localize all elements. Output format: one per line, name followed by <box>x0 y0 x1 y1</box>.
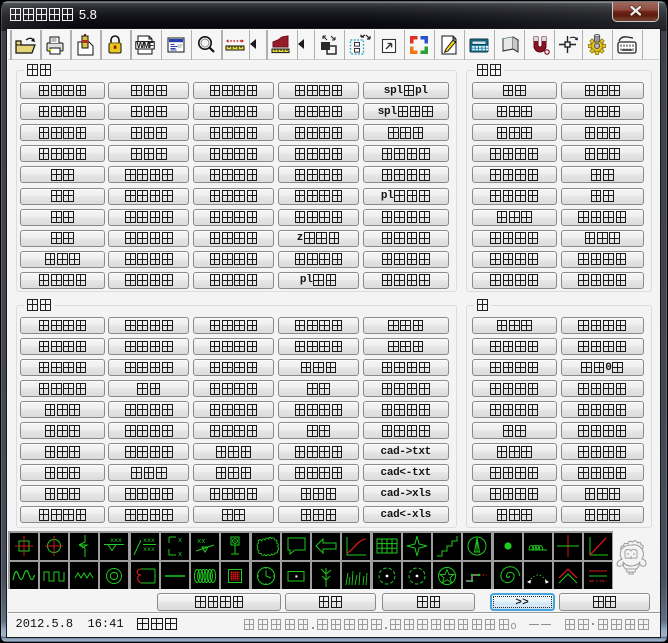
svg-text:x: x <box>178 551 182 558</box>
svg-text:xx: xx <box>197 538 205 546</box>
svg-text:WMF: WMF <box>137 41 154 50</box>
svg-text:xxx: xxx <box>143 537 155 544</box>
svg-text:xxx: xxx <box>143 546 155 553</box>
svg-text:xxx: xxx <box>110 537 122 544</box>
svg-text:x: x <box>178 537 182 545</box>
